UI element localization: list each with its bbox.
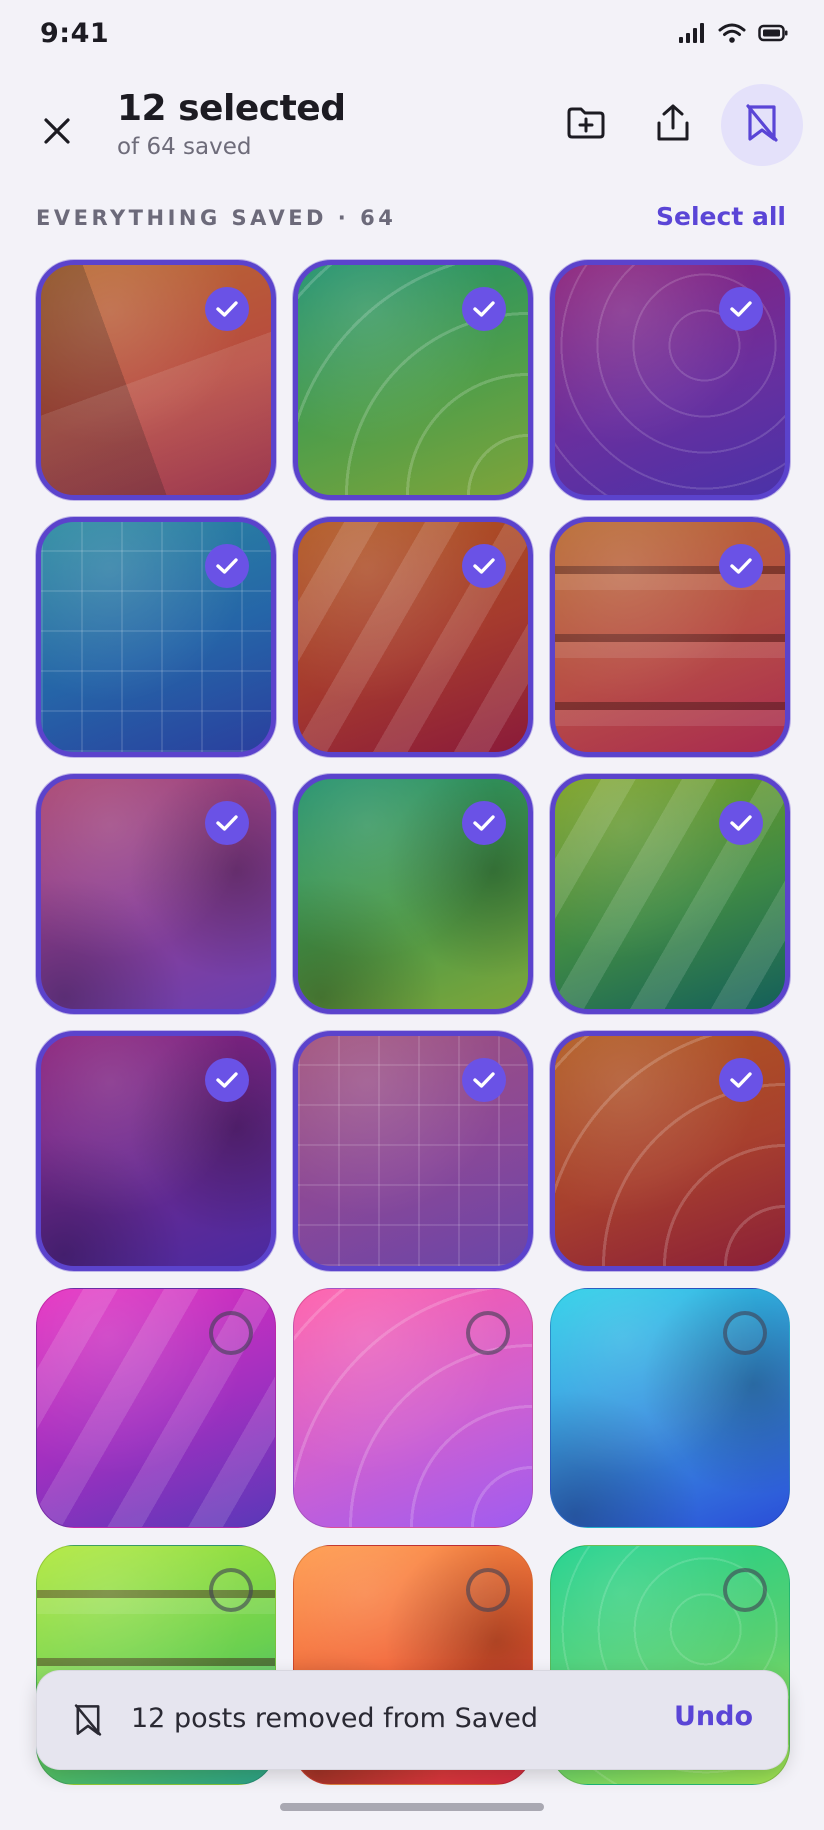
saved-post-tile[interactable] [36, 1031, 276, 1271]
unchecked-circle-icon[interactable] [209, 1568, 253, 1612]
remove-from-saved-button[interactable] [721, 84, 803, 166]
checkmark-icon[interactable] [462, 544, 506, 588]
saved-post-tile[interactable] [550, 774, 790, 1014]
snackbar: 12 posts removed from Saved Undo [36, 1670, 788, 1770]
folder-add-icon [566, 106, 606, 144]
section-label: EVERYTHING SAVED · 64 [36, 206, 397, 230]
home-indicator [280, 1803, 544, 1811]
snackbar-message: 12 posts removed from Saved [131, 1703, 538, 1734]
checkmark-icon[interactable] [719, 544, 763, 588]
checkmark-icon[interactable] [462, 1058, 506, 1102]
saved-post-tile[interactable] [36, 517, 276, 757]
saved-post-tile[interactable] [293, 260, 533, 500]
status-time: 9:41 [40, 18, 110, 49]
close-icon [42, 116, 72, 150]
saved-post-tile[interactable] [293, 1031, 533, 1271]
share-icon [655, 103, 691, 147]
saved-post-tile[interactable] [550, 517, 790, 757]
saved-post-tile[interactable] [36, 1288, 276, 1528]
battery-icon [758, 24, 788, 46]
unchecked-circle-icon[interactable] [723, 1311, 767, 1355]
share-button[interactable] [632, 84, 714, 166]
bookmark-remove-icon [73, 1703, 103, 1741]
status-icons [678, 22, 788, 48]
saved-post-tile[interactable] [293, 517, 533, 757]
saved-post-tile[interactable] [550, 1288, 790, 1528]
unchecked-circle-icon[interactable] [209, 1311, 253, 1355]
signal-icon [678, 22, 706, 48]
checkmark-icon[interactable] [719, 1058, 763, 1102]
unchecked-circle-icon[interactable] [723, 1568, 767, 1612]
checkmark-icon[interactable] [462, 287, 506, 331]
saved-post-tile[interactable] [36, 260, 276, 500]
checkmark-icon[interactable] [462, 801, 506, 845]
saved-post-tile[interactable] [36, 774, 276, 1014]
select-all-button[interactable]: Select all [656, 202, 786, 231]
checkmark-icon[interactable] [205, 801, 249, 845]
selection-toolbar: 12 selected of 64 saved [0, 70, 824, 190]
checkmark-icon[interactable] [205, 1058, 249, 1102]
undo-button[interactable]: Undo [674, 1701, 753, 1732]
saved-post-tile[interactable] [550, 1031, 790, 1271]
move-to-folder-button[interactable] [545, 84, 627, 166]
unchecked-circle-icon[interactable] [466, 1568, 510, 1612]
close-button[interactable] [28, 104, 86, 162]
checkmark-icon[interactable] [719, 287, 763, 331]
saved-post-tile[interactable] [550, 260, 790, 500]
saved-post-tile[interactable] [293, 774, 533, 1014]
selection-count-title: 12 selected [117, 88, 346, 129]
checkmark-icon[interactable] [205, 287, 249, 331]
saved-post-tile[interactable] [293, 1288, 533, 1528]
status-bar: 9:41 [0, 0, 824, 70]
section-header: EVERYTHING SAVED · 64 Select all [36, 202, 786, 242]
saved-count-subtitle: of 64 saved [117, 134, 252, 160]
wifi-icon [718, 22, 746, 48]
unchecked-circle-icon[interactable] [466, 1311, 510, 1355]
checkmark-icon[interactable] [719, 801, 763, 845]
bookmark-remove-icon [745, 103, 779, 147]
checkmark-icon[interactable] [205, 544, 249, 588]
